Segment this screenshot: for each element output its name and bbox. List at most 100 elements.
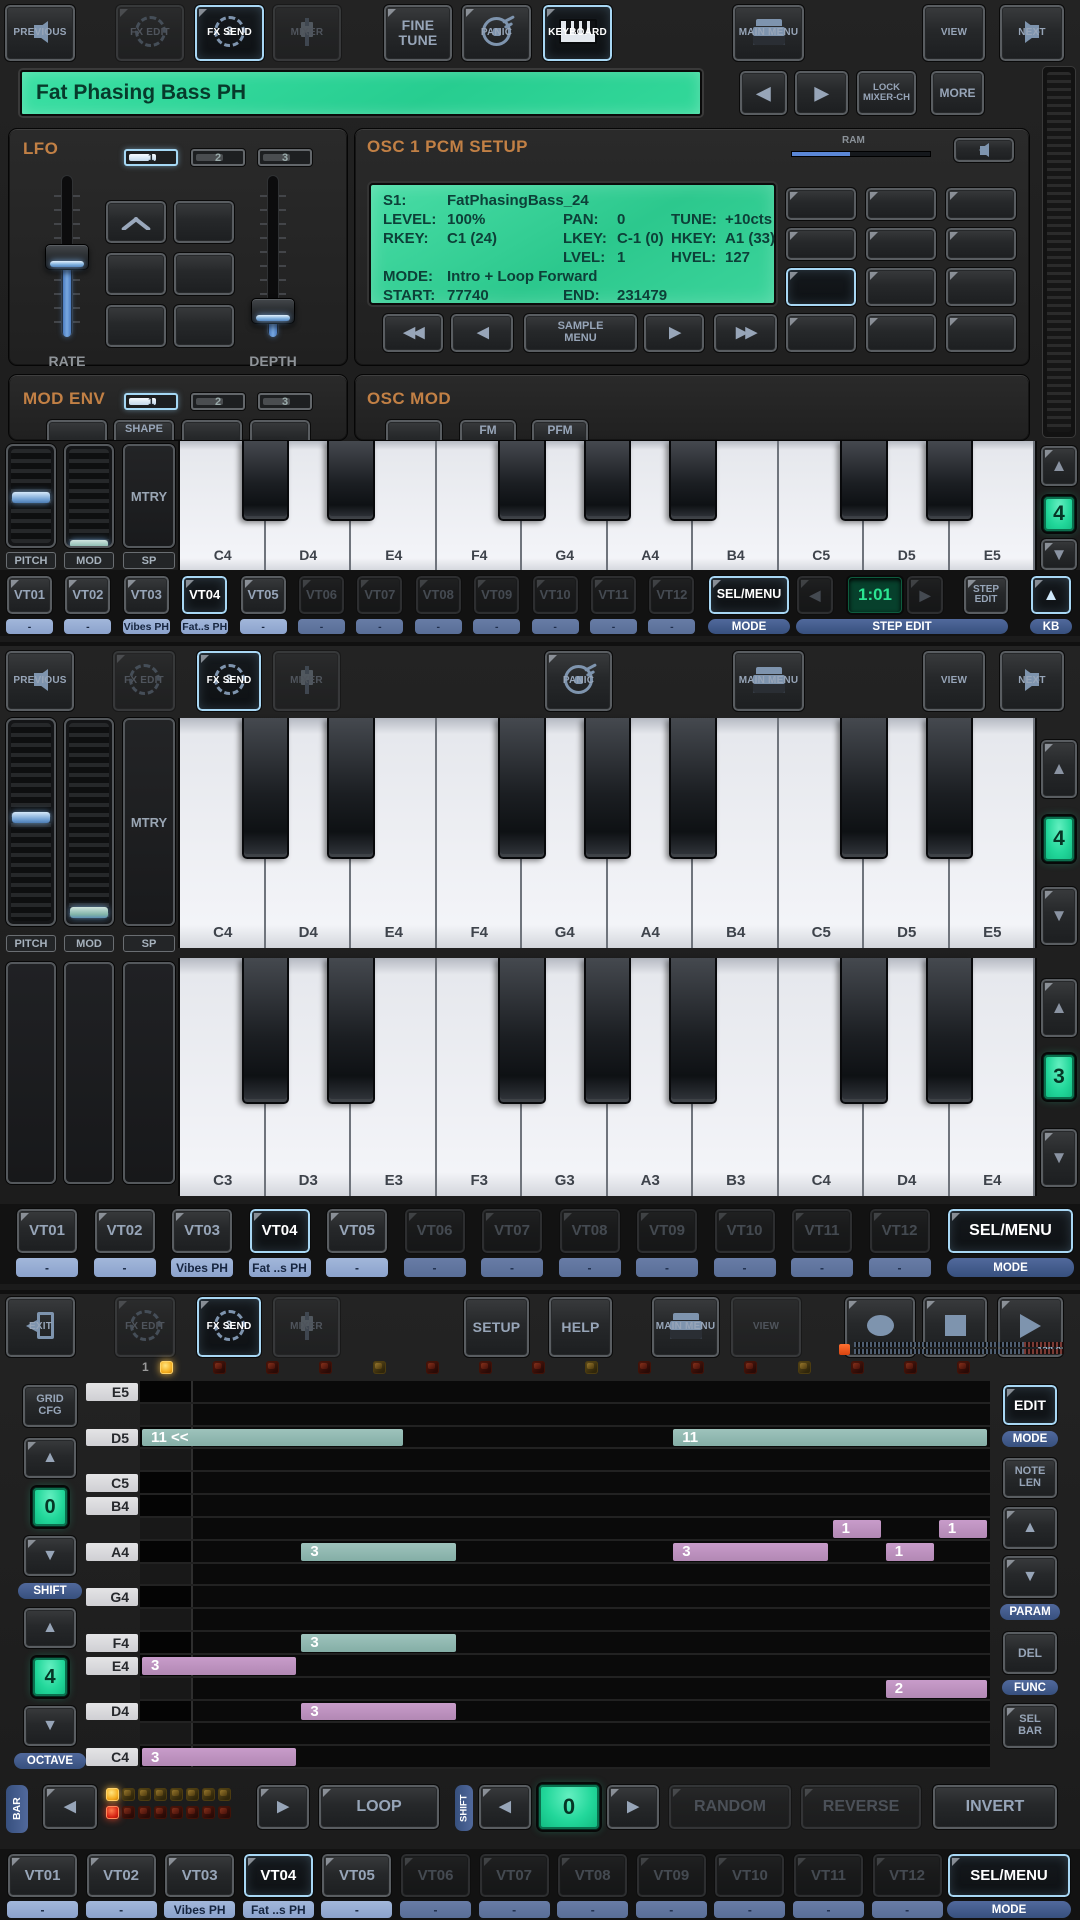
bar-pad-indicator-15[interactable] (904, 1361, 917, 1374)
black-key[interactable] (498, 958, 545, 1104)
bar-select-pad-bottom-7[interactable] (202, 1806, 215, 1819)
black-key[interactable] (498, 441, 545, 521)
s2-lower-octave-up-button[interactable]: ▲ (1040, 978, 1078, 1038)
lfo-sync-button[interactable] (105, 252, 167, 296)
note-5[interactable]: 3 (301, 1543, 455, 1561)
note-row-label-e4[interactable]: E4 (86, 1657, 138, 1675)
osc-loop-start-button[interactable] (865, 313, 937, 353)
grid-cell[interactable] (140, 1723, 193, 1744)
bar-pad-indicator-3[interactable] (266, 1361, 279, 1374)
s1-track-vt06[interactable]: VT06 (298, 575, 345, 615)
osc-pan-button[interactable] (865, 187, 937, 221)
bar-pad-indicator-2[interactable] (213, 1361, 226, 1374)
osc-high-key-button[interactable] (945, 227, 1017, 261)
grid-cell[interactable] (140, 1564, 193, 1585)
grid-cell[interactable] (140, 1678, 193, 1699)
note-12[interactable]: 3 (142, 1748, 296, 1766)
s2-track-vt11[interactable]: VT11 (791, 1208, 853, 1254)
mtry-button[interactable]: MTRY (123, 718, 175, 926)
octave-value-display[interactable]: 4 (32, 1657, 68, 1697)
lfo-rate-fader-handle[interactable] (45, 244, 89, 270)
s2-upper-octave-up-button[interactable]: ▲ (1040, 739, 1078, 799)
lfo-invert-button[interactable] (173, 252, 235, 296)
note-2[interactable]: 11 (673, 1429, 987, 1447)
random-button[interactable]: RANDOM (668, 1784, 792, 1830)
grid-cell[interactable] (140, 1381, 193, 1402)
toolbar-button-main-menu[interactable]: MAIN MENU (732, 650, 805, 712)
toolbar-button-fine-tune[interactable]: FINE TUNE (383, 4, 453, 62)
mod-env-button-1[interactable] (46, 419, 108, 441)
note-10[interactable]: 2 (886, 1680, 987, 1698)
s3-track-vt01[interactable]: VT01 (7, 1853, 78, 1898)
s2-track-vt12[interactable]: VT12 (869, 1208, 931, 1254)
bar-select-pad-bottom-8[interactable] (218, 1806, 231, 1819)
lfo-kb-sync-button[interactable] (105, 304, 167, 348)
lfo-tab-3[interactable]: 3 (258, 149, 312, 166)
mod-env-tab-3[interactable]: 3 (258, 393, 312, 410)
bar-pad-indicator-6[interactable] (426, 1361, 439, 1374)
note-len-button[interactable]: NOTE LEN (1002, 1457, 1058, 1499)
s2-track-vt09[interactable]: VT09 (636, 1208, 698, 1254)
param-up-button[interactable]: ▲ (1002, 1506, 1058, 1550)
toolbar-button-fx-edit[interactable]: FX EDIT (112, 650, 176, 712)
note-8[interactable]: 3 (301, 1634, 455, 1652)
shift-next-button[interactable]: ▶ (606, 1784, 660, 1830)
osc-sample-menu-button[interactable]: SAMPLE MENU (523, 313, 638, 353)
mod-wheel[interactable] (64, 444, 114, 548)
bar-select-pad-top-4[interactable] (154, 1788, 167, 1801)
osc-root-key-button[interactable] (785, 227, 857, 261)
osc-high-vel-button[interactable] (945, 267, 1017, 307)
bar-select-pad-top-8[interactable] (218, 1788, 231, 1801)
black-key[interactable] (840, 958, 887, 1104)
toolbar-button-previous[interactable]: PREVIOUS (5, 650, 75, 712)
lfo-tab-1[interactable]: 1 (124, 149, 178, 166)
s3-track-vt04[interactable]: VT04 (243, 1853, 314, 1898)
grid-cell[interactable] (140, 1472, 193, 1493)
note-row-label-c5[interactable]: C5 (86, 1474, 138, 1492)
s2-track-vt01[interactable]: VT01 (16, 1208, 78, 1254)
grid-cell[interactable] (140, 1632, 193, 1653)
s3-track-vt06[interactable]: VT06 (400, 1853, 471, 1898)
shift-prev-button[interactable]: ◀ (478, 1784, 532, 1830)
s1-step-edit-button[interactable]: STEP EDIT (963, 575, 1009, 615)
note-6[interactable]: 3 (673, 1543, 827, 1561)
black-key[interactable] (926, 441, 973, 521)
bar-select-pad-top-2[interactable] (122, 1788, 135, 1801)
bar-select-pad-bottom-6[interactable] (186, 1806, 199, 1819)
more-button[interactable]: MORE (930, 70, 985, 116)
toolbar-button-mixer[interactable]: MIXER (272, 650, 341, 712)
bar-pad-indicator-12[interactable] (744, 1361, 757, 1374)
osc-next-sample-button[interactable]: ▶ (643, 313, 705, 353)
param-down-button[interactable]: ▼ (1002, 1555, 1058, 1599)
black-key[interactable] (669, 441, 716, 521)
sel-bar-button[interactable]: SEL BAR (1002, 1703, 1058, 1749)
black-key[interactable] (242, 958, 289, 1104)
bar-select-pad-bottom-1[interactable] (106, 1806, 119, 1819)
s2-lower-octave-display[interactable]: 3 (1043, 1054, 1075, 1100)
mod-wheel[interactable] (64, 718, 114, 926)
reverse-button[interactable]: REVERSE (800, 1784, 922, 1830)
toolbar-button-setup[interactable]: SETUP (463, 1296, 530, 1358)
lock-mixer-ch-button[interactable]: LOCK MIXER-CH (856, 70, 917, 116)
s2-track-vt05[interactable]: VT05 (326, 1208, 388, 1254)
grid-cell[interactable] (140, 1609, 193, 1630)
note-4[interactable]: 1 (939, 1520, 987, 1538)
s1-step-next-button[interactable]: ▶ (906, 575, 944, 615)
shift-up-button[interactable]: ▲ (23, 1437, 77, 1479)
s1-sel-menu-button[interactable]: SEL/MENU (708, 575, 790, 615)
s2-track-vt04[interactable]: VT04 (249, 1208, 311, 1254)
note-7[interactable]: 1 (886, 1543, 934, 1561)
edit-mode-button[interactable]: EDIT (1002, 1384, 1058, 1426)
note-3[interactable]: 1 (833, 1520, 881, 1538)
toolbar-button-previous[interactable]: PREVIOUS (4, 4, 76, 62)
bar-pad-indicator-13[interactable] (798, 1361, 811, 1374)
toolbar-button-panic[interactable]: PANIC (461, 4, 532, 62)
osc-mod-button-3[interactable]: PFM (531, 419, 589, 441)
bar-prev-button[interactable]: ◀ (42, 1784, 98, 1830)
osc-return-button[interactable] (953, 137, 1015, 163)
mod-env-button-3[interactable] (181, 419, 243, 441)
black-key[interactable] (327, 718, 374, 859)
s1-kb-toggle-button[interactable]: ▲ (1030, 575, 1072, 615)
mod-env-tab-2[interactable]: 2 (191, 393, 245, 410)
s1-octave-display[interactable]: 4 (1043, 496, 1075, 532)
